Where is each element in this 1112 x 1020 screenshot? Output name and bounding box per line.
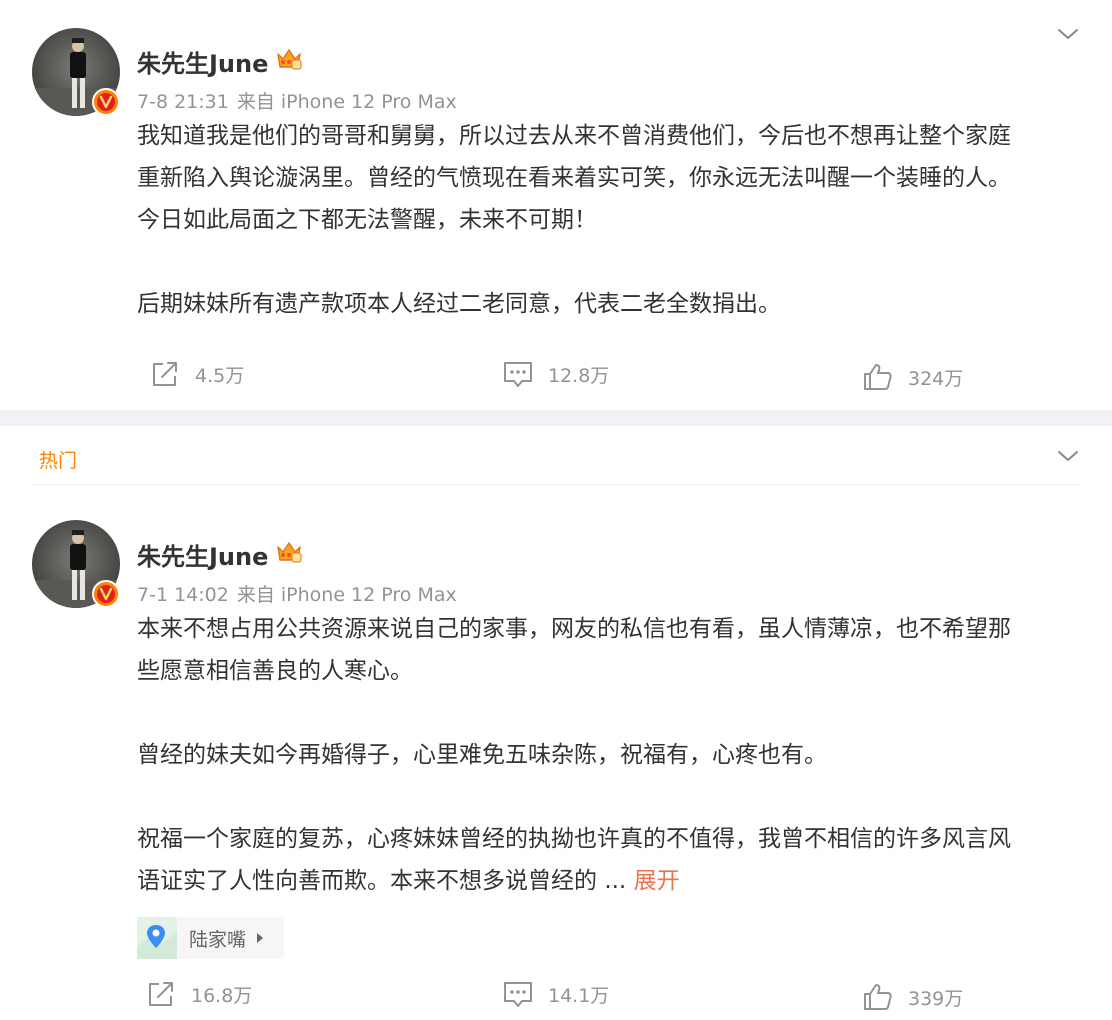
text-line: 今日如此局面之下都无法警醒，未来不可期！ (137, 207, 597, 233)
post-meta: 7-8 21:31 来自 iPhone 12 Pro Max (137, 87, 457, 114)
text-line: 我知道我是他们的哥哥和舅舅，所以过去从来不曾消费他们，今后也不想再让整个家庭 (137, 123, 1011, 149)
avatar[interactable] (32, 520, 120, 608)
post-time[interactable]: 7-1 14:02 (137, 584, 229, 606)
post-source: 来自 iPhone 12 Pro Max (236, 584, 457, 606)
username[interactable]: 朱先生June (137, 537, 268, 572)
like-icon (864, 984, 892, 1010)
post-time[interactable]: 7-8 21:31 (137, 91, 229, 113)
repost-icon (153, 362, 177, 386)
like-count: 324万 (908, 367, 964, 390)
like-count: 339万 (908, 987, 964, 1010)
repost-count: 4.5万 (195, 364, 245, 387)
ellipsis: ... (604, 868, 627, 894)
comment-count: 14.1万 (548, 984, 610, 1007)
avatar[interactable] (32, 28, 120, 116)
text-line: 后期妹妹所有遗产款项本人经过二老同意，代表二老全数捐出。 (137, 291, 781, 317)
location-name: 陆家嘴 (189, 928, 247, 951)
like-icon (864, 364, 892, 390)
weibo-post: 热门 朱先生June 7-1 14:02 来自 iPhone 12 Pro Ma… (0, 426, 1112, 1020)
repost-count: 16.8万 (191, 984, 253, 1007)
crown-icon[interactable] (275, 45, 303, 73)
post-source: 来自 iPhone 12 Pro Max (236, 91, 457, 113)
verified-badge-icon (92, 88, 120, 116)
comment-button[interactable]: 12.8万 (502, 358, 609, 390)
location-pin-icon (137, 917, 177, 959)
username[interactable]: 朱先生June (137, 44, 268, 79)
post-meta: 7-1 14:02 来自 iPhone 12 Pro Max (137, 580, 457, 607)
text-line: 语证实了人性向善而欺。本来不想多说曾经的 ... 展开 (137, 860, 1082, 902)
text-line: 些愿意相信善良的人寒心。 (137, 658, 413, 684)
weibo-post: 朱先生June 7-8 21:31 来自 iPhone 12 Pro Max 我知… (0, 0, 1112, 410)
chevron-down-icon[interactable] (1056, 444, 1080, 468)
comment-icon (504, 362, 532, 387)
arrow-right-icon (257, 933, 264, 943)
like-button[interactable]: 339万 (862, 981, 963, 1013)
crown-icon[interactable] (275, 538, 303, 566)
repost-button[interactable]: 16.8万 (145, 978, 252, 1010)
post-separator (0, 410, 1112, 426)
comment-button[interactable]: 14.1万 (502, 978, 609, 1010)
hot-section-label: 热门 (39, 450, 78, 472)
comment-icon (504, 982, 532, 1007)
repost-button[interactable]: 4.5万 (149, 358, 244, 390)
verified-badge-icon (92, 580, 120, 608)
text-line: 本来不想占用公共资源来说自己的家事，网友的私信也有看，虽人情薄凉，也不希望那 (137, 616, 1011, 642)
location-tag[interactable]: 陆家嘴 (137, 917, 284, 959)
chevron-down-icon[interactable] (1056, 22, 1080, 46)
text-line-part: 语证实了人性向善而欺。本来不想多说曾经的 (137, 868, 597, 894)
like-button[interactable]: 324万 (862, 361, 963, 393)
text-line: 祝福一个家庭的复苏，心疼妹妹曾经的执拗也许真的不值得，我曾不相信的许多风言风 (137, 826, 1011, 852)
text-line: 重新陷入舆论漩涡里。曾经的气愤现在看来着实可笑，你永远无法叫醒一个装睡的人。 (137, 165, 1011, 191)
divider (32, 484, 1080, 485)
comment-count: 12.8万 (548, 364, 610, 387)
expand-link[interactable]: 展开 (634, 868, 680, 894)
repost-icon (149, 982, 173, 1006)
text-line: 曾经的妹夫如今再婚得子，心里难免五味杂陈，祝福有，心疼也有。 (137, 742, 827, 768)
post-text: 本来不想占用公共资源来说自己的家事，网友的私信也有看，虽人情薄凉，也不希望那 些… (137, 608, 1082, 902)
post-text: 我知道我是他们的哥哥和舅舅，所以过去从来不曾消费他们，今后也不想再让整个家庭 重… (137, 115, 1082, 325)
